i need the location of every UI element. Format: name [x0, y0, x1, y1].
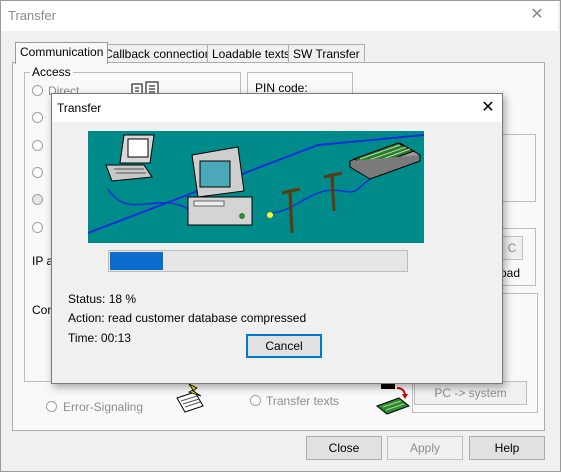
error-signaling-label: Error-Signaling [63, 400, 144, 414]
progress-fill [110, 252, 164, 270]
action-text: Action: read customer database compresse… [68, 311, 307, 325]
transfer-progress-dialog: Transfer ✕ Status: 18 % Action: read cus… [51, 93, 503, 384]
radio-option-2[interactable] [32, 112, 43, 123]
progress-bar [108, 250, 408, 272]
right-partial-button[interactable]: C [501, 236, 523, 260]
window-titlebar [1, 1, 558, 31]
tab-loadable-texts[interactable]: Loadable texts [207, 44, 296, 63]
status-text: Status: 18 % [68, 292, 137, 306]
time-text: Time: 00:13 [68, 331, 131, 345]
window-close-icon[interactable]: ✕ [524, 3, 550, 27]
cancel-button[interactable]: Cancel [246, 334, 322, 358]
apply-button[interactable]: Apply [387, 436, 463, 460]
access-group-label: Access [30, 65, 73, 79]
right-load-label: oad [500, 266, 521, 280]
dialog-titlebar [52, 94, 502, 122]
error-signaling-icon [173, 382, 207, 419]
radio-option-3[interactable] [32, 140, 43, 151]
help-button[interactable]: Help [469, 436, 545, 460]
close-button[interactable]: Close [306, 436, 382, 460]
tab-sw-transfer[interactable]: SW Transfer [288, 44, 365, 63]
transfer-animation-image [87, 131, 425, 246]
radio-direct[interactable] [32, 85, 43, 96]
tab-callback-connection[interactable]: Callback connection [99, 44, 217, 63]
radio-transfer-texts[interactable] [250, 395, 261, 406]
ip-address-label: IP a [32, 254, 54, 268]
pc-to-system-button[interactable]: PC -> system [414, 381, 527, 405]
dialog-title: Transfer [57, 101, 102, 115]
radio-option-5[interactable] [32, 194, 43, 205]
radio-option-6[interactable] [32, 222, 43, 233]
window-title: Transfer [8, 8, 56, 23]
transfer-texts-label: Transfer texts [266, 394, 339, 408]
board-transfer-icon [375, 384, 411, 419]
radio-option-4[interactable] [32, 167, 43, 178]
dialog-close-icon[interactable]: ✕ [476, 96, 500, 120]
tab-communication[interactable]: Communication [15, 42, 109, 64]
radio-error-signaling[interactable] [46, 401, 57, 412]
